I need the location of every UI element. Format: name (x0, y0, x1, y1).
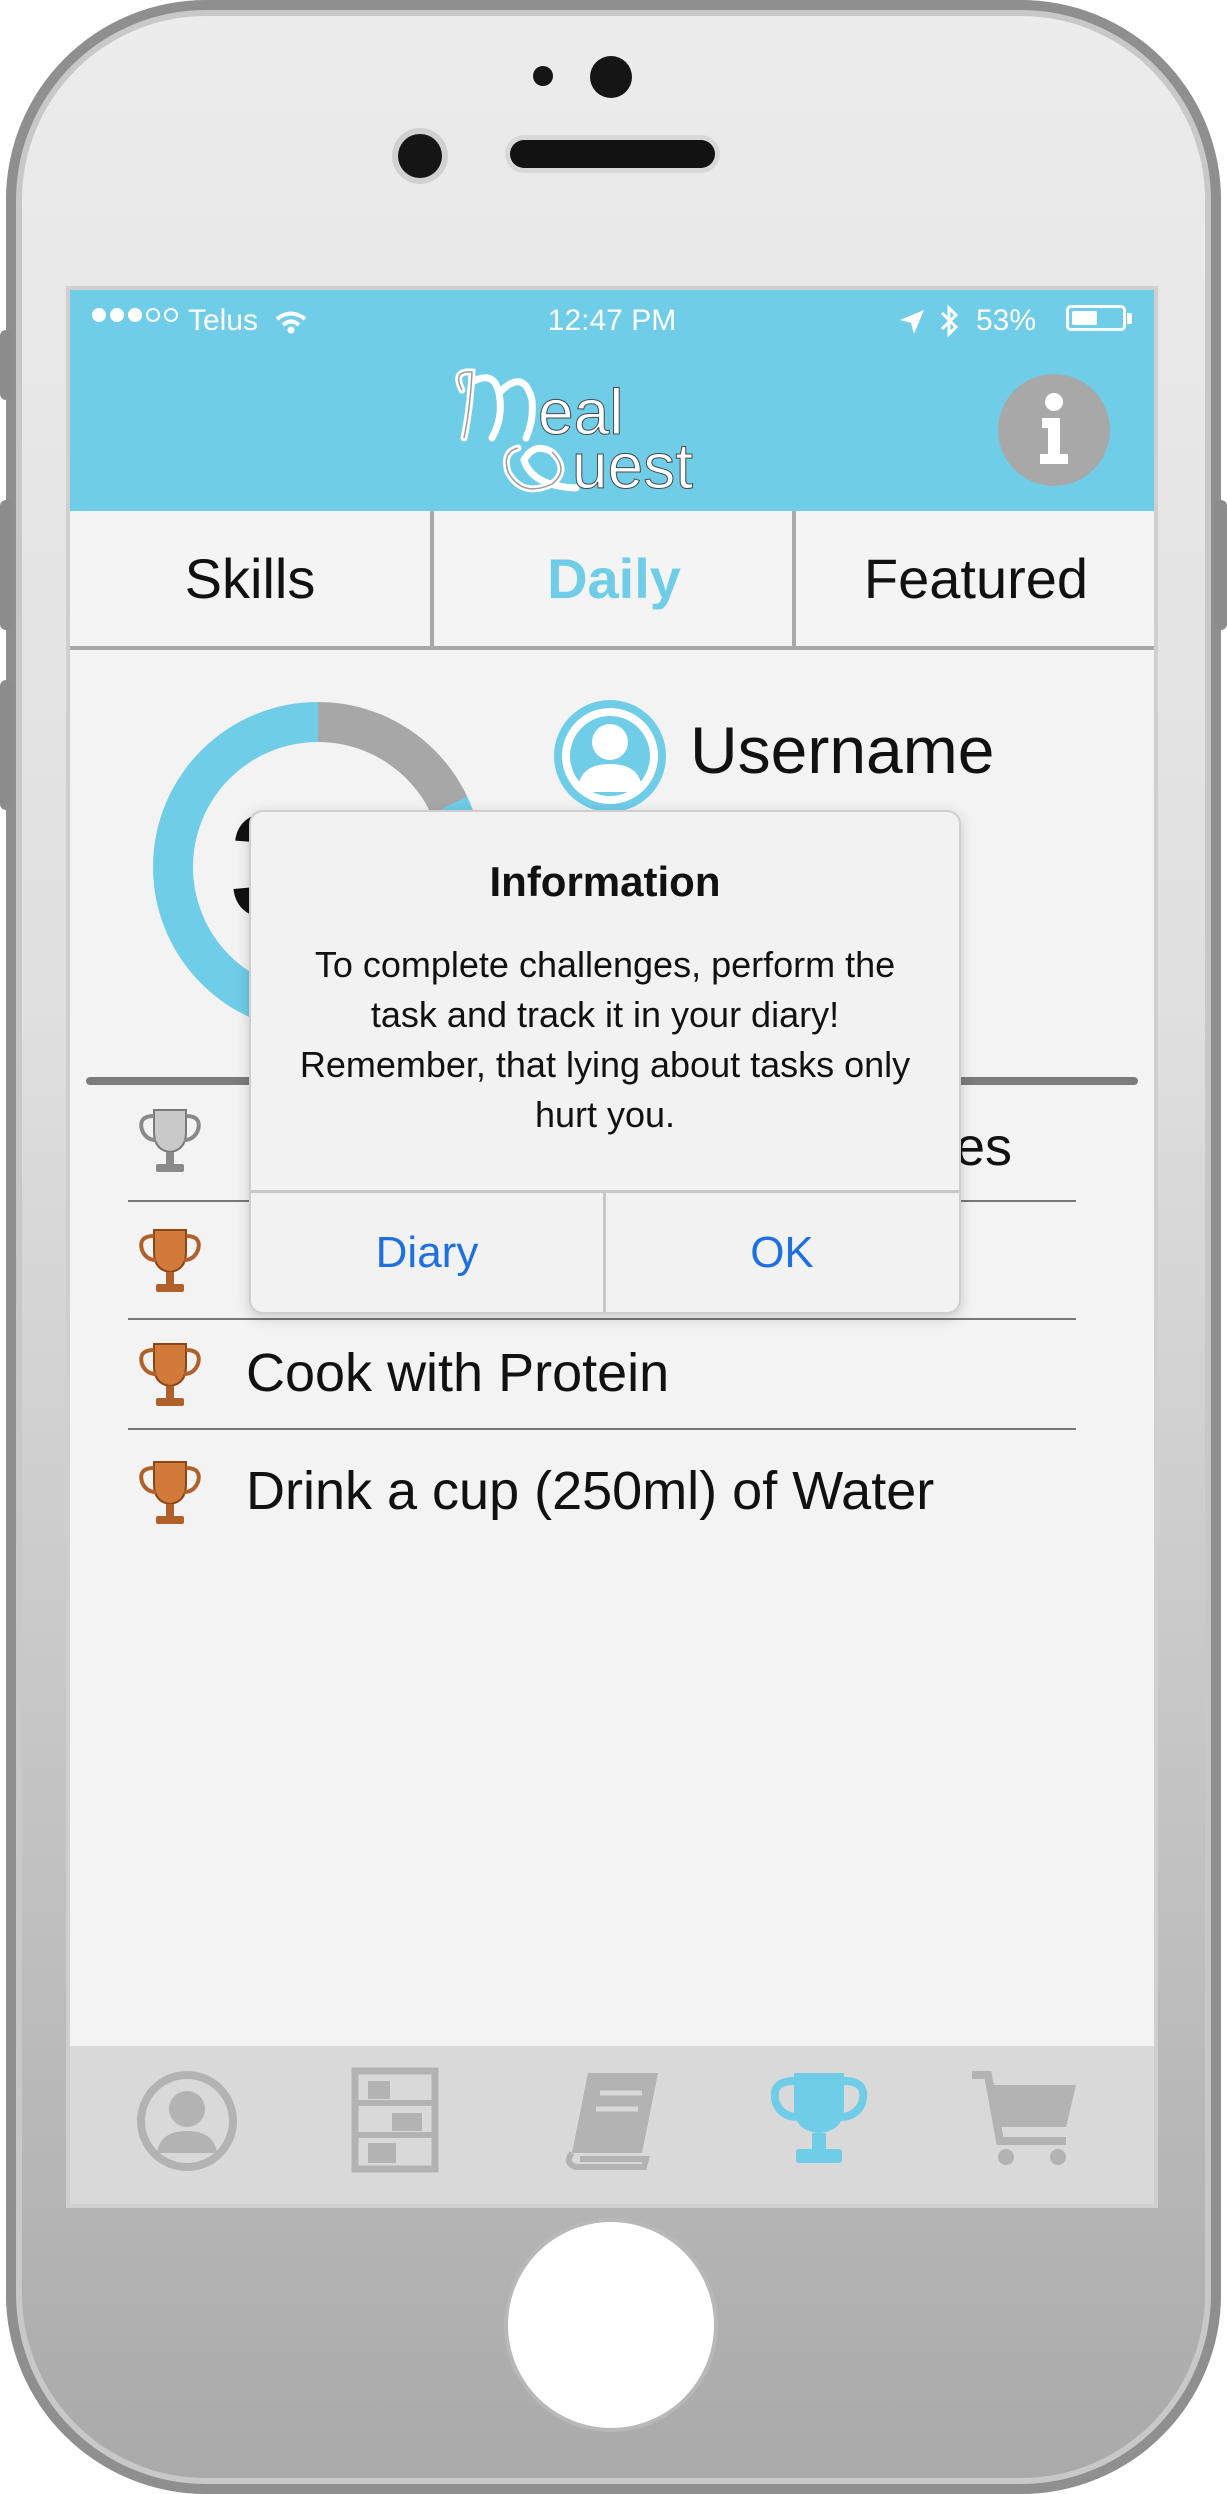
book-icon[interactable] (558, 2063, 668, 2173)
app-screen: Telus 12:47 PM 53% eal uest Skills Daily… (70, 290, 1154, 2204)
volume-down-button (0, 680, 12, 810)
status-time: 12:47 PM (547, 304, 677, 337)
username-label: Username (690, 713, 995, 787)
sensor-lens (398, 134, 442, 178)
bluetooth-icon (940, 304, 959, 338)
info-icon (1040, 393, 1068, 464)
proximity-sensor (533, 66, 553, 86)
segment-tabs: Skills Daily Featured (70, 511, 1154, 650)
wifi-icon (275, 311, 307, 334)
battery-tip (1127, 313, 1132, 324)
challenge-label: Cook with Protein (246, 1343, 670, 1403)
battery-icon (1066, 305, 1126, 331)
dialog-message: To complete challenges, perform the task… (299, 944, 911, 1135)
earpiece-speaker (510, 140, 715, 168)
svg-text:uest: uest (572, 430, 693, 500)
cart-icon[interactable] (970, 2063, 1080, 2173)
bronze-trophy-icon (139, 1229, 201, 1292)
power-button (1215, 500, 1227, 630)
bronze-trophy-icon (139, 1343, 201, 1406)
front-camera (590, 56, 632, 98)
challenge-label-trailing: es (955, 1117, 1013, 1177)
bronze-trophy-icon (139, 1461, 201, 1524)
information-alert-dialog: Information To complete challenges, perf… (249, 810, 961, 1314)
diary-button[interactable]: Diary (251, 1193, 603, 1312)
ok-button[interactable]: OK (606, 1193, 958, 1312)
silver-trophy-icon (139, 1109, 201, 1172)
user-avatar-icon (562, 708, 658, 804)
user-avatar[interactable] (554, 700, 666, 812)
volume-up-button (0, 500, 12, 630)
info-button[interactable] (998, 374, 1110, 486)
tab-daily[interactable]: Daily (434, 511, 794, 646)
challenge-label: Drink a cup (250ml) of Water (246, 1461, 935, 1521)
mealquest-logo: eal uest (455, 368, 694, 500)
trophy-icon[interactable] (764, 2063, 874, 2173)
tab-skills[interactable]: Skills (70, 511, 430, 646)
carrier-name: Telus (188, 304, 259, 337)
home-button[interactable] (508, 2222, 714, 2428)
profile-icon[interactable] (132, 2063, 242, 2173)
dialog-title: Information (489, 858, 721, 905)
signal-strength-icon (92, 308, 182, 327)
tab-featured[interactable]: Featured (796, 511, 1154, 646)
app-header: Telus 12:47 PM 53% eal uest (70, 290, 1154, 511)
shelves-icon[interactable] (340, 2063, 450, 2173)
battery-percentage: 53% (976, 304, 1037, 337)
mute-switch (0, 330, 12, 400)
location-arrow-icon (900, 310, 924, 334)
